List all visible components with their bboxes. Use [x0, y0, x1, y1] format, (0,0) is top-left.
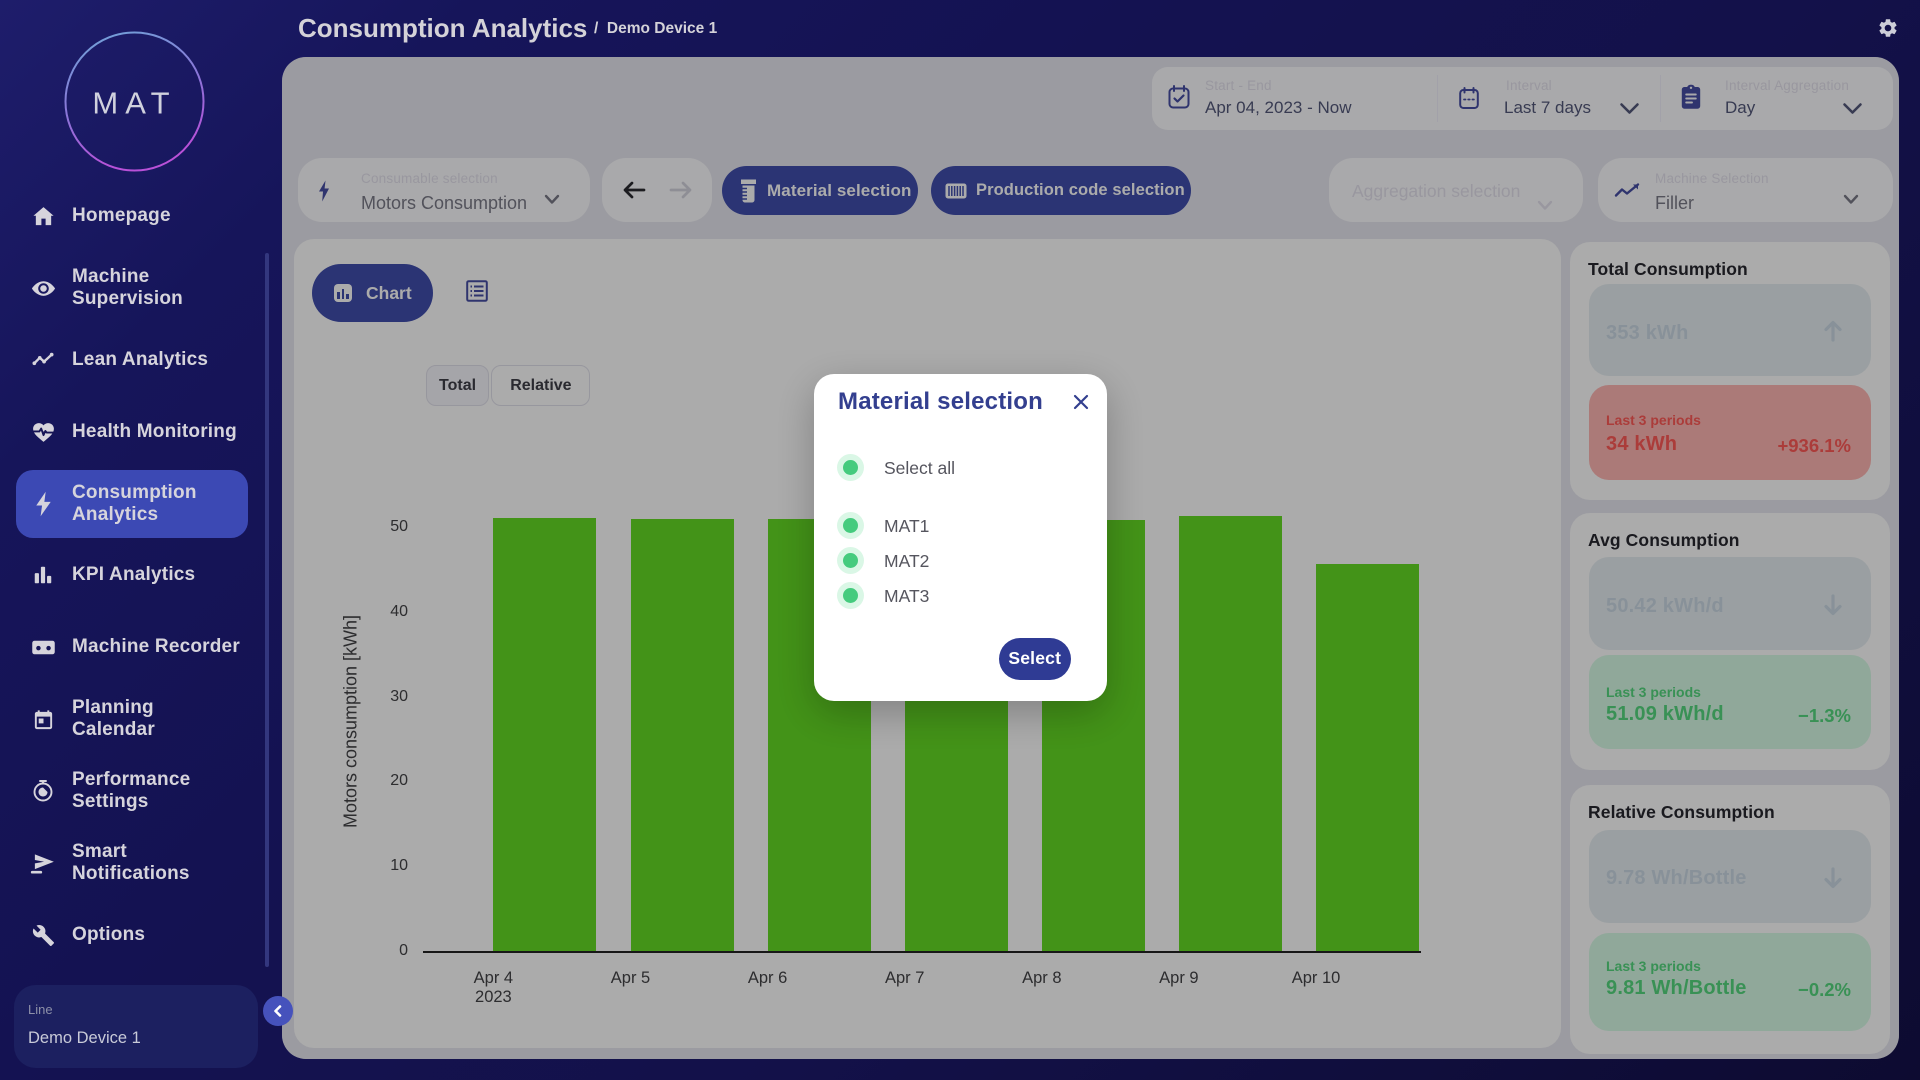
svg-text:MAT: MAT — [92, 86, 176, 121]
